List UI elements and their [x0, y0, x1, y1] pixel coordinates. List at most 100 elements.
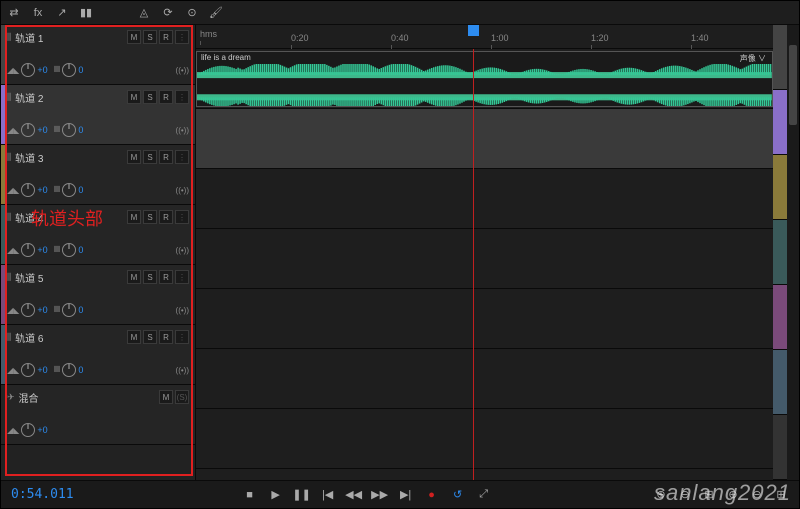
rewind-button[interactable]: ◀◀ — [346, 487, 362, 503]
pan-knob[interactable] — [62, 363, 76, 377]
track-header-4[interactable]: ⫼ 轨道 4 M S R ⋮ ◢◣ +0 ⫴⫴ 0 ((•)) — [1, 205, 195, 265]
tracks-lane[interactable]: life is a dream 声像 ∨ — [196, 49, 773, 480]
pan-knob[interactable] — [62, 303, 76, 317]
vertical-scrollbar[interactable] — [787, 25, 799, 480]
fx-icon[interactable]: fx — [29, 4, 47, 22]
zoom-out-h-button[interactable]: ⊖ — [677, 487, 693, 503]
color-swatch[interactable] — [773, 155, 787, 220]
mute-button[interactable]: M — [127, 330, 141, 344]
volume-knob[interactable] — [21, 363, 35, 377]
solo-button[interactable]: S — [143, 90, 157, 104]
send-icon[interactable]: ↗ — [53, 4, 71, 22]
zoom-fit-h-button[interactable]: ⊞ — [701, 487, 717, 503]
color-swatch[interactable] — [773, 285, 787, 350]
track-header-2[interactable]: ⫼ 轨道 2 M S R ⋮ ◢◣ +0 ⫴⫴ 0 ((•)) — [1, 85, 195, 145]
more-button[interactable]: ⋮ — [175, 330, 189, 344]
volume-knob[interactable] — [21, 63, 35, 77]
mute-button[interactable]: M — [127, 150, 141, 164]
volume-knob[interactable] — [21, 243, 35, 257]
eq-icon[interactable]: ▮▮ — [77, 4, 95, 22]
track-lane-2[interactable] — [196, 109, 773, 169]
color-swatch[interactable] — [773, 25, 787, 90]
target-icon[interactable]: ⊙ — [183, 4, 201, 22]
play-button[interactable]: ▶ — [268, 487, 284, 503]
timecode[interactable]: 0:54.011 — [11, 487, 74, 502]
volume-knob[interactable] — [21, 303, 35, 317]
record-arm-button[interactable]: R — [159, 30, 173, 44]
color-swatch[interactable] — [773, 90, 787, 155]
forward-button[interactable]: ▶▶ — [372, 487, 388, 503]
volume-knob[interactable] — [21, 123, 35, 137]
solo-button[interactable]: S — [143, 150, 157, 164]
playhead-handle[interactable] — [468, 25, 479, 36]
solo-button[interactable]: S — [143, 210, 157, 224]
track-lane-4[interactable] — [196, 229, 773, 289]
more-button[interactable]: ⋮ — [175, 150, 189, 164]
time-ruler[interactable]: hms 0:20 0:40 1:00 1:20 1:40 — [196, 25, 773, 49]
zoom-fit-v-button[interactable]: ⊞ — [773, 487, 789, 503]
mute-button[interactable]: M — [159, 390, 173, 404]
track-lane-6[interactable] — [196, 349, 773, 409]
more-button[interactable]: ⋮ — [175, 210, 189, 224]
pan-knob[interactable] — [62, 123, 76, 137]
more-button[interactable]: ⋮ — [175, 30, 189, 44]
record-arm-button[interactable]: R — [159, 330, 173, 344]
record-button[interactable]: ● — [424, 487, 440, 503]
triangle-icon[interactable]: ◬ — [135, 4, 153, 22]
track-color — [1, 85, 5, 144]
loop-button[interactable]: ↺ — [450, 487, 466, 503]
forward-end-button[interactable]: ▶| — [398, 487, 414, 503]
clip-pan-label[interactable]: 声像 ∨ — [740, 53, 766, 64]
main-area: 轨道头部 ⫼ 轨道 1 M S R ⋮ ◢◣ +0 ⫴⫴ — [1, 25, 799, 480]
ruler-tick: 1:00 — [491, 33, 509, 43]
track-header-3[interactable]: ⫼ 轨道 3 M S R ⋮ ◢◣ +0 ⫴⫴ 0 ((•)) — [1, 145, 195, 205]
mix-track-header[interactable]: ✈ 混合 M (S) ◢◣ +0 — [1, 385, 195, 445]
solo-button[interactable]: S — [143, 330, 157, 344]
mute-button[interactable]: M — [127, 270, 141, 284]
solo-button[interactable]: (S) — [175, 390, 189, 404]
pan-knob[interactable] — [62, 243, 76, 257]
track-header-5[interactable]: ⫼ 轨道 5 M S R ⋮ ◢◣ +0 ⫴⫴ 0 ((•)) — [1, 265, 195, 325]
swap-icon[interactable]: ⇄ — [5, 4, 23, 22]
skip-selection-button[interactable]: ⤢ — [476, 487, 492, 503]
more-button[interactable]: ⋮ — [175, 270, 189, 284]
track-lane-1[interactable]: life is a dream 声像 ∨ — [196, 49, 773, 109]
track-lane-3[interactable] — [196, 169, 773, 229]
color-swatch[interactable] — [773, 415, 787, 480]
volume-knob[interactable] — [21, 183, 35, 197]
brush-icon[interactable]: 🖌 — [207, 4, 225, 22]
record-arm-button[interactable]: R — [159, 90, 173, 104]
color-swatch[interactable] — [773, 220, 787, 285]
ruler-unit: hms — [200, 29, 217, 39]
track-lane-mix[interactable] — [196, 409, 773, 469]
zoom-in-h-button[interactable]: ⊕ — [653, 487, 669, 503]
zoom-out-v-button[interactable]: ⊖ — [749, 487, 765, 503]
track-lane-5[interactable] — [196, 289, 773, 349]
pan-knob[interactable] — [62, 183, 76, 197]
refresh-icon[interactable]: ⟳ — [159, 4, 177, 22]
more-button[interactable]: ⋮ — [175, 90, 189, 104]
rewind-start-button[interactable]: |◀ — [320, 487, 336, 503]
mute-button[interactable]: M — [127, 90, 141, 104]
pan-knob[interactable] — [62, 63, 76, 77]
zoom-in-v-button[interactable]: ⊕ — [725, 487, 741, 503]
solo-button[interactable]: S — [143, 270, 157, 284]
scroll-thumb[interactable] — [789, 45, 797, 125]
solo-button[interactable]: S — [143, 30, 157, 44]
drag-icon: ⫼ — [7, 32, 11, 43]
audio-clip[interactable]: life is a dream 声像 ∨ — [196, 51, 773, 107]
mute-button[interactable]: M — [127, 210, 141, 224]
track-header-1[interactable]: ⫼ 轨道 1 M S R ⋮ ◢◣ +0 ⫴⫴ 0 ((•)) — [1, 25, 195, 85]
volume-knob[interactable] — [21, 423, 35, 437]
record-arm-button[interactable]: R — [159, 210, 173, 224]
mute-button[interactable]: M — [127, 30, 141, 44]
playhead[interactable] — [473, 49, 474, 480]
pause-button[interactable]: ❚❚ — [294, 487, 310, 503]
record-arm-button[interactable]: R — [159, 150, 173, 164]
track-color — [1, 205, 5, 264]
app-root: ⇄ fx ↗ ▮▮ ◬ ⟳ ⊙ 🖌 轨道头部 ⫼ 轨道 1 M S R — [0, 0, 800, 509]
color-swatch[interactable] — [773, 350, 787, 415]
stop-button[interactable]: ■ — [242, 487, 258, 503]
track-header-6[interactable]: ⫼ 轨道 6 M S R ⋮ ◢◣ +0 ⫴⫴ 0 ((•)) — [1, 325, 195, 385]
record-arm-button[interactable]: R — [159, 270, 173, 284]
